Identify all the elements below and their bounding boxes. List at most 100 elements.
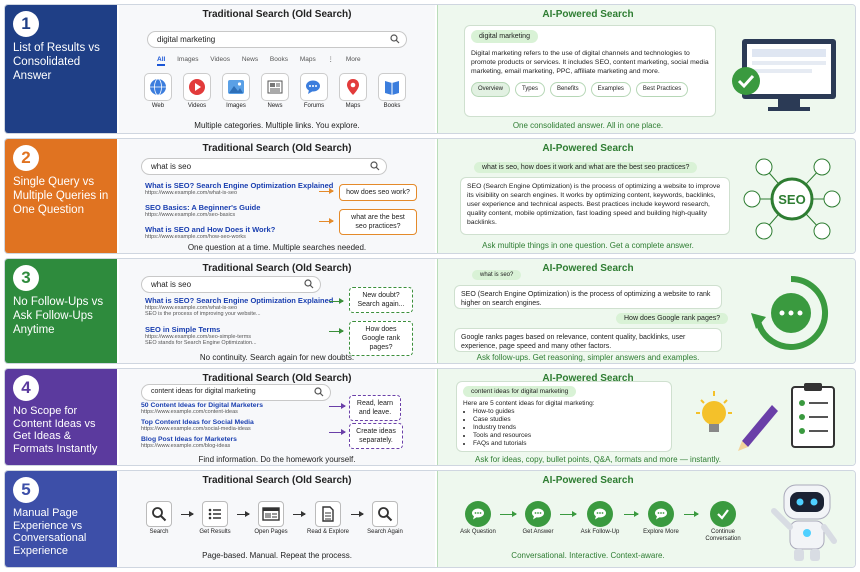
panel-title: Traditional Search (Old Search) [202, 263, 352, 274]
tab-books[interactable]: Books [270, 56, 288, 63]
category-label: Web [151, 103, 165, 109]
result-url: https://www.example.com/content-ideas [141, 409, 238, 415]
category-maps[interactable]: Maps [338, 73, 368, 109]
tab-maps[interactable]: Maps [300, 56, 316, 63]
chat-icon [472, 508, 484, 520]
search-icon [390, 34, 400, 44]
ai-idea-list: How-to guides Case studies Industry tren… [473, 408, 665, 448]
chip-best-practices[interactable]: Best Practices [635, 82, 689, 97]
traditional-panel: Traditional Search (Old Search) digital … [119, 5, 435, 133]
search-input[interactable]: what is seo [141, 158, 387, 175]
chip-benefits[interactable]: Benefits [549, 82, 586, 97]
result-snippet: SEO is the process of improving your web… [145, 311, 261, 317]
result-title[interactable]: What is SEO and How Does it Work? [145, 225, 345, 234]
search-query: digital marketing [157, 35, 216, 44]
arrow [319, 218, 334, 224]
panel-title: AI-Powered Search [542, 475, 634, 486]
result-title[interactable]: What is SEO? Search Engine Optimization … [145, 296, 345, 305]
row-title: Manual Page Experience vs Conversational… [13, 507, 87, 557]
followup-query-card: New doubt? Search again... [349, 287, 413, 313]
step-label: Ask Question [460, 529, 496, 535]
tab-all[interactable]: All [157, 56, 166, 66]
result-title[interactable]: 50 Content Ideas for Digital Marketers [141, 402, 331, 409]
row-number: 4 [13, 375, 39, 401]
result-item[interactable]: SEO in Simple Terms https://www.example.… [145, 325, 345, 346]
arrow [329, 429, 346, 435]
result-title[interactable]: SEO Basics: A Beginner's Guide [145, 203, 345, 212]
step-label: Read & Explore [306, 529, 350, 535]
tab-videos[interactable]: Videos [210, 56, 230, 63]
search-input[interactable]: what is seo [141, 276, 321, 293]
row-2: 2 Single Query vs Multiple Queries in On… [4, 138, 856, 254]
result-item[interactable]: Top Content Ideas for Social Media https… [141, 419, 331, 432]
category-books[interactable]: Books [377, 73, 407, 109]
result-item[interactable]: SEO Basics: A Beginner's Guide https://w… [145, 203, 345, 218]
category-videos[interactable]: Videos [182, 73, 212, 109]
panel-caption: Page-based. Manual. Repeat the process. [202, 551, 352, 560]
ai-query-pill: content ideas for digital marketing [463, 386, 577, 397]
list-item: FAQs and tutorials [473, 440, 665, 448]
process-step: Explore More [636, 501, 686, 535]
search-query: what is seo [151, 162, 192, 171]
panel-caption: Ask follow-ups. Get reasoning, simpler a… [476, 353, 700, 362]
chip-types[interactable]: Types [514, 82, 545, 97]
result-title[interactable]: SEO in Simple Terms [145, 325, 345, 334]
result-title[interactable]: Blog Post Ideas for Marketers [141, 436, 331, 443]
tab-images[interactable]: Images [177, 56, 198, 63]
tab-news[interactable]: News [242, 56, 258, 63]
panel-title: Traditional Search (Old Search) [202, 373, 352, 384]
traditional-panel: Traditional Search (Old Search) content … [119, 369, 435, 465]
category-images[interactable]: Images [221, 73, 251, 109]
process-step: Ask Follow-Up [574, 501, 626, 535]
ai-answer-text: SEO (Search Engine Optimization) is the … [461, 291, 711, 307]
result-url: https://www.example.com/how-seo-works [145, 234, 246, 240]
lightbulb-pencil-clipboard-icon [696, 383, 835, 451]
browser-icon [262, 507, 280, 521]
ai-panel: AI-Powered Search content ideas for digi… [437, 369, 855, 465]
search-icon [370, 161, 380, 171]
category-web[interactable]: Web [143, 73, 173, 109]
category-news[interactable]: News [260, 73, 290, 109]
result-title[interactable]: What is SEO? Search Engine Optimization … [145, 181, 345, 190]
ai-answer-intro: Here are 5 content ideas for digital mar… [463, 400, 595, 407]
document-icon [322, 506, 334, 522]
step-label: Continue Conversation [705, 529, 741, 542]
panel-caption: Find information. Do the homework yourse… [198, 455, 356, 464]
result-item[interactable]: What is SEO? Search Engine Optimization … [145, 296, 345, 317]
result-item[interactable]: 50 Content Ideas for Digital Marketers h… [141, 402, 331, 415]
search-icon [304, 279, 314, 289]
row-number: 1 [13, 11, 39, 37]
followup-query-card: Read, learn and leave. [349, 395, 401, 421]
arrow [293, 511, 306, 517]
search-query: what is seo [151, 280, 192, 289]
tab-more[interactable]: More [346, 56, 361, 63]
chip-overview[interactable]: Overview [471, 82, 511, 97]
category-label: Books [383, 103, 401, 109]
ai-answer-text: SEO (Search Engine Optimization) is the … [467, 183, 721, 226]
row-2-side: 2 Single Query vs Multiple Queries in On… [5, 139, 117, 253]
search-input[interactable]: content ideas for digital marketing [141, 384, 331, 401]
seo-label: SEO [778, 192, 806, 207]
result-item[interactable]: Blog Post Ideas for Marketers https://ww… [141, 436, 331, 449]
process-step: Read & Explore [305, 501, 351, 535]
panel-title: AI-Powered Search [542, 143, 634, 154]
row-1-side: 1 List of Results vs Consolidated Answer [5, 5, 117, 133]
result-item[interactable]: What is SEO? Search Engine Optimization … [145, 181, 345, 196]
row-title: No Scope for Content Ideas vs Get Ideas … [13, 405, 98, 455]
list-icon [208, 508, 221, 520]
result-item[interactable]: What is SEO and How Does it Work? https:… [145, 225, 345, 240]
process-step: Open Pages [249, 501, 293, 535]
panel-title: Traditional Search (Old Search) [202, 9, 352, 20]
list-item: Case studies [473, 416, 665, 424]
chip-examples[interactable]: Examples [590, 82, 631, 97]
panel-caption: Ask for ideas, copy, bullet points, Q&A,… [474, 455, 722, 464]
row-5: 5 Manual Page Experience vs Conversation… [4, 470, 856, 568]
category-forums[interactable]: Forums [299, 73, 329, 109]
search-input[interactable]: digital marketing [147, 31, 407, 48]
step-label: Get Answer [522, 529, 554, 535]
news-icon [267, 80, 283, 94]
process-step: Search Again [363, 501, 407, 535]
category-label: Forums [303, 103, 325, 109]
result-title[interactable]: Top Content Ideas for Social Media [141, 419, 331, 426]
category-label: Images [226, 103, 246, 109]
